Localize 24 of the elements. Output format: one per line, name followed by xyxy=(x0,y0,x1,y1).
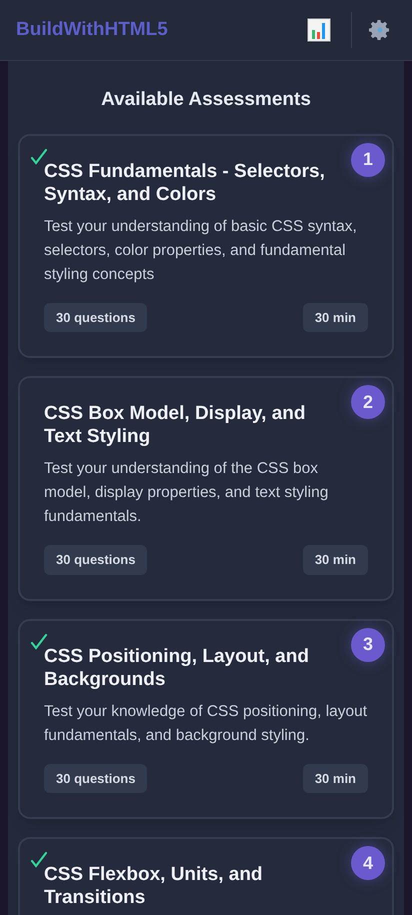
assessment-card[interactable]: 4 CSS Flexbox, Units, and Transitions xyxy=(18,837,394,915)
number-badge: 2 xyxy=(351,385,385,419)
duration: 30 min xyxy=(302,764,368,793)
question-count: 30 questions xyxy=(44,545,148,574)
duration: 30 min xyxy=(302,302,368,332)
settings-icon[interactable] xyxy=(368,18,392,42)
assessment-title: CSS Positioning, Layout, and Backgrounds xyxy=(44,644,310,690)
section-title: Available Assessments xyxy=(100,88,312,112)
question-count: 30 questions xyxy=(44,764,148,793)
assessment-description: Test your knowledge of CSS positioning, layout fundamentals, and background styling. xyxy=(44,702,368,746)
question-count: 30 questions xyxy=(44,302,148,332)
assessment-card[interactable]: 2 CSS Box Model, Display, and Text Styling Test your understanding of the CSS box model, display properties, and text styling fundamentals. 30 questions 30 min xyxy=(18,376,394,600)
duration: 30 min xyxy=(302,545,368,574)
chart-icon[interactable] xyxy=(307,18,331,42)
assessment-title: CSS Box Model, Display, and Text Styling xyxy=(44,402,306,448)
number-badge: 4 xyxy=(351,846,385,880)
assessment-title: CSS Flexbox, Units, and Transitions xyxy=(44,863,264,909)
assessment-title: CSS Fundamentals - Selectors, Syntax, and Colors xyxy=(44,160,326,206)
assessment-description: Test your understanding of basic CSS syntax, selectors, color properties, and fundamental styling concepts xyxy=(44,216,358,284)
number-badge: 1 xyxy=(351,142,385,176)
number-badge: 3 xyxy=(351,628,385,662)
assessment-card[interactable]: 3 CSS Positioning, Layout, and Backgrounds Test your knowledge of CSS positioning, layout fundamentals, and background styling. 30 questions 30 min xyxy=(18,618,394,819)
assessment-description: Test your understanding of the CSS box model, display properties, and text styling fundamentals. xyxy=(44,459,330,527)
assessment-card[interactable]: 1 CSS Fundamentals - Selectors, Syntax, and Colors Test your understanding of basic CSS syntax, selectors, color properties, and fundamental styling concepts 30 questions 30 min xyxy=(18,134,394,358)
